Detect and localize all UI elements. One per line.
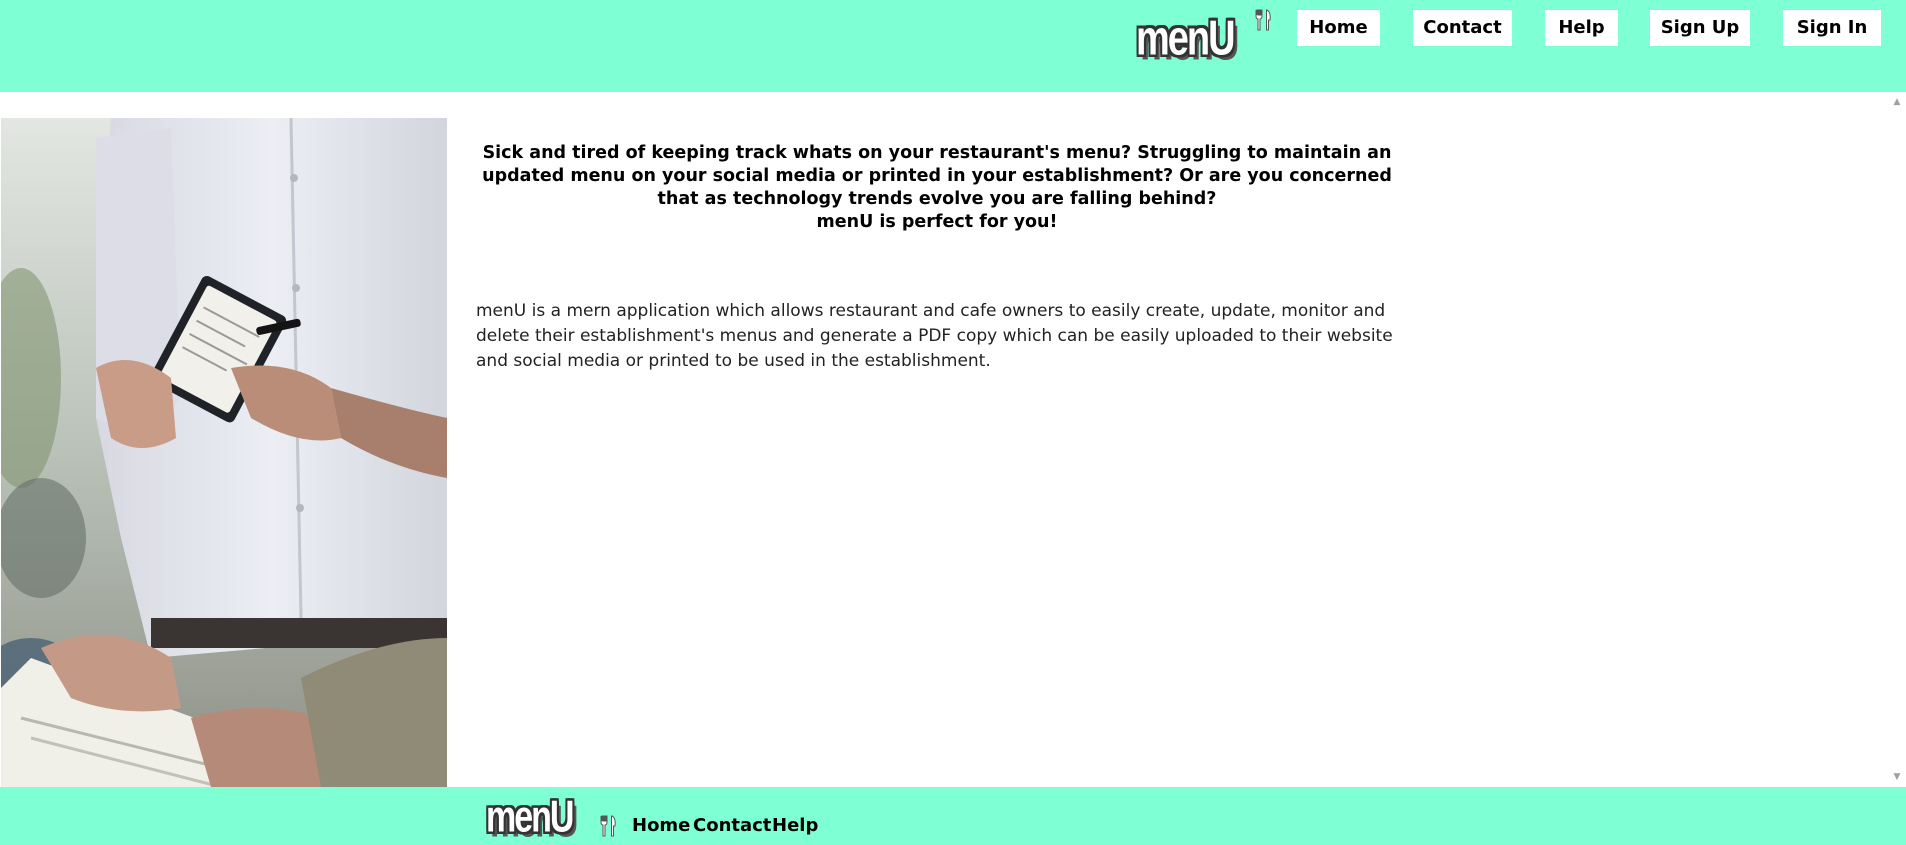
site-footer: menU Home Contact Help (0, 787, 1906, 845)
fork-knife-icon (1255, 9, 1271, 31)
footer-logo[interactable]: menU (486, 795, 574, 839)
nav-help-button[interactable]: Help (1545, 10, 1618, 46)
hero-tagline: Sick and tired of keeping track whats on… (476, 142, 1398, 234)
tagline-question: Sick and tired of keeping track whats on… (482, 143, 1392, 209)
scroll-down-arrow-icon[interactable]: ▼ (1891, 772, 1903, 782)
scroll-up-arrow-icon[interactable]: ▲ (1891, 97, 1903, 107)
footer-help-link[interactable]: Help (772, 815, 818, 837)
tagline-answer: menU is perfect for you! (816, 212, 1058, 232)
nav-sign-up-button[interactable]: Sign Up (1650, 10, 1750, 46)
app-description: menU is a mern application which allows … (476, 301, 1393, 371)
waiter-taking-order-image (1, 118, 447, 787)
site-header: menU Home Contact Help Sign Up Sign In (0, 0, 1906, 92)
nav-home-button[interactable]: Home (1297, 10, 1380, 46)
nav-contact-button[interactable]: Contact (1413, 10, 1512, 46)
waiter-illustration (1, 118, 447, 787)
footer-home-link[interactable]: Home (632, 815, 690, 837)
fork-knife-icon (600, 815, 616, 837)
nav-sign-in-button[interactable]: Sign In (1783, 10, 1881, 46)
header-logo[interactable]: menU (1136, 14, 1236, 63)
footer-contact-link[interactable]: Contact (693, 815, 771, 837)
